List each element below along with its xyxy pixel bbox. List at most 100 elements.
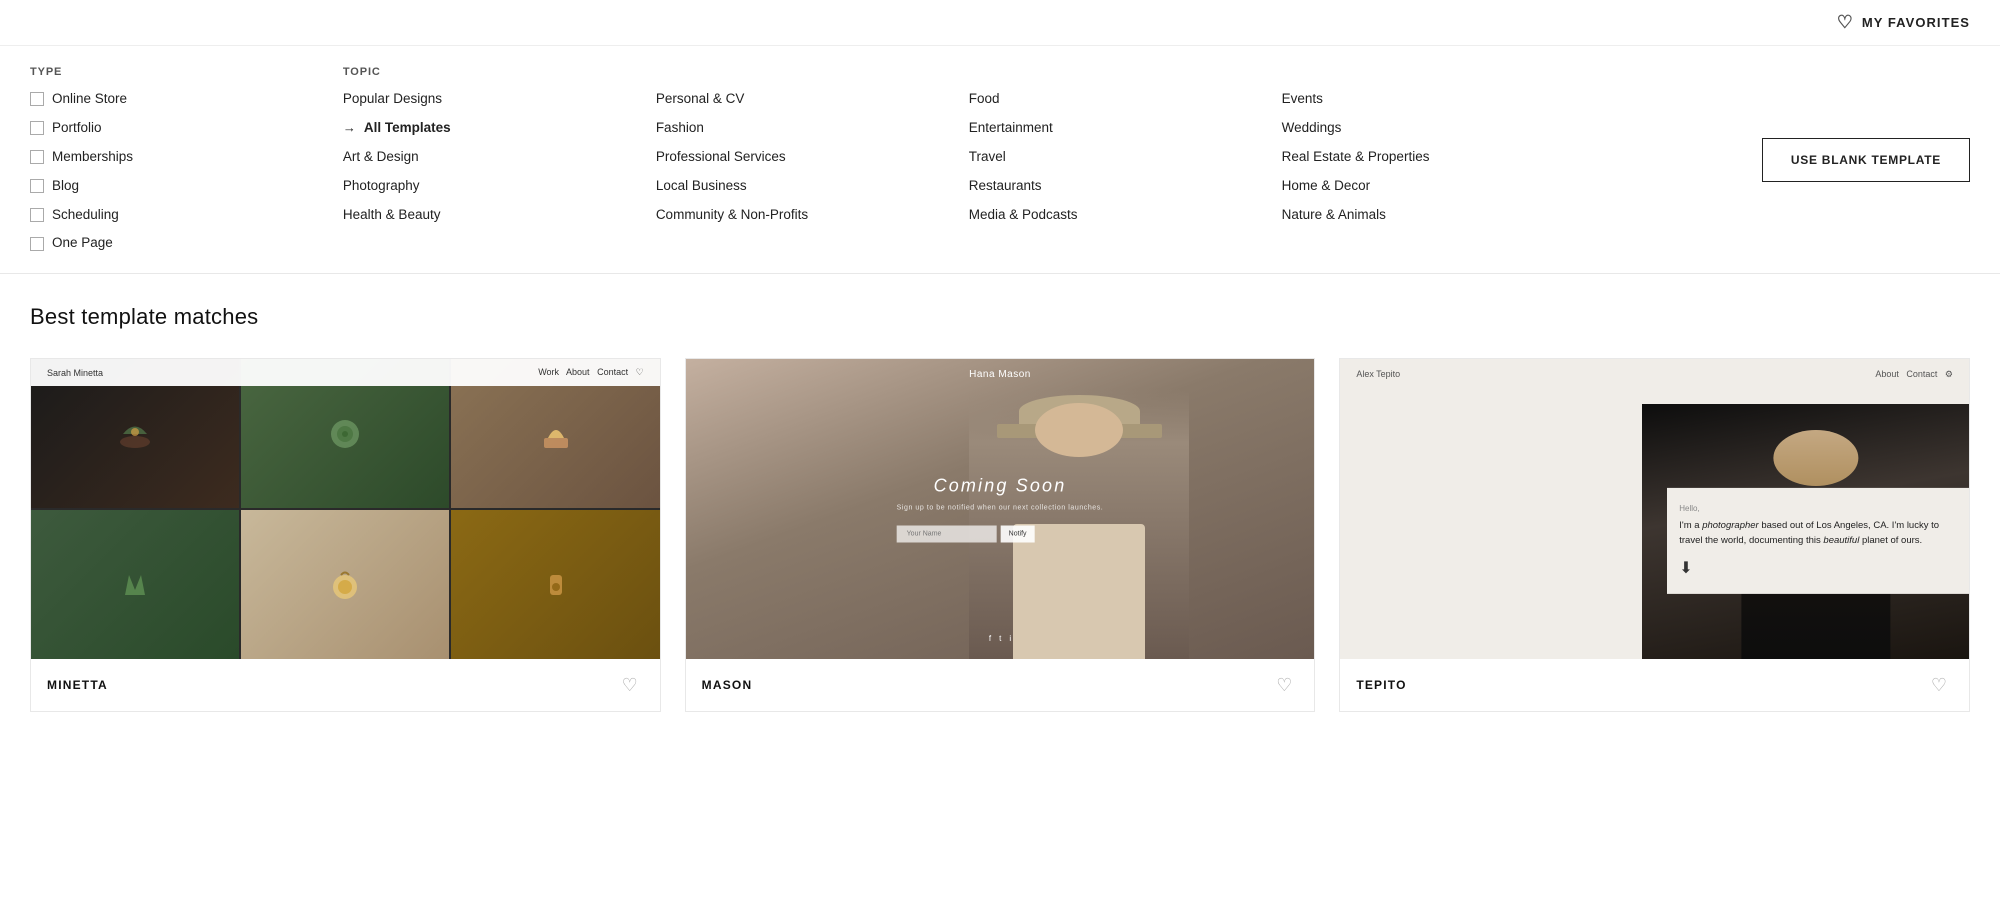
topic-label-events: Events xyxy=(1282,90,1323,109)
minetta-nav-name: Sarah Minetta xyxy=(47,368,103,378)
mason-sub-text: Sign up to be notified when our next col… xyxy=(897,505,1104,512)
topic-media-podcasts[interactable]: Media & Podcasts xyxy=(969,206,1282,225)
mason-content: Hana Mason Coming Soon Sign up to xyxy=(686,359,1315,659)
food-icon-4 xyxy=(115,565,155,605)
topic-label-travel: Travel xyxy=(969,148,1006,167)
template-name-minetta: MINETTA xyxy=(47,678,108,692)
mason-social-icons: f t i xyxy=(686,634,1315,643)
minetta-nav: Sarah Minetta Work About Contact ♡ xyxy=(31,359,660,386)
filter-section: TYPE Online Store Portfolio Memberships … xyxy=(0,46,2000,274)
topic-label-local-business: Local Business xyxy=(656,177,747,196)
food-icon-6 xyxy=(536,565,576,605)
topic-label-personal-cv: Personal & CV xyxy=(656,90,745,109)
checkbox-memberships[interactable] xyxy=(30,150,44,164)
template-name-mason: MASON xyxy=(702,678,753,692)
template-footer-mason: MASON ♡ xyxy=(686,659,1315,711)
arrow-icon: → xyxy=(343,119,356,137)
section-title: Best template matches xyxy=(30,304,1970,330)
tepito-down-arrow-icon: ⬇ xyxy=(1679,558,1949,578)
my-favorites-button[interactable]: ♡ MY FAVORITES xyxy=(1837,12,1970,33)
topic-entertainment[interactable]: Entertainment xyxy=(969,119,1282,138)
tepito-nav-name: Alex Tepito xyxy=(1356,369,1400,380)
topic-all-templates[interactable]: → All Templates xyxy=(343,119,656,138)
topic-professional-services[interactable]: Professional Services xyxy=(656,148,969,167)
topic-label-fashion: Fashion xyxy=(656,119,704,138)
minetta-nav-links: Work About Contact ♡ xyxy=(538,367,643,378)
tepito-headline-em2: beautiful xyxy=(1823,534,1859,545)
topic-personal-cv[interactable]: Personal & CV xyxy=(656,90,969,109)
topic-health-beauty[interactable]: Health & Beauty xyxy=(343,206,656,225)
checkbox-scheduling[interactable] xyxy=(30,208,44,222)
topic-community-nonprofits[interactable]: Community & Non-Profits xyxy=(656,206,969,225)
tepito-headline-em1: photographer xyxy=(1702,520,1759,531)
topic-header: TOPIC xyxy=(343,66,656,78)
mason-email-input[interactable] xyxy=(897,526,997,543)
topic-popular-designs[interactable]: Popular Designs xyxy=(343,90,656,109)
tepito-text-panel: Hello, I'm a photographer based out of L… xyxy=(1667,488,1969,594)
filter-label-memberships: Memberships xyxy=(52,148,133,167)
template-preview-minetta: Sarah Minetta Work About Contact ♡ xyxy=(31,359,660,659)
content-section: Best template matches Sarah Minetta Work… xyxy=(0,274,2000,732)
topic-label-health-beauty: Health & Beauty xyxy=(343,206,441,225)
topic-nature-animals[interactable]: Nature & Animals xyxy=(1282,206,1595,225)
topic-label-nature-animals: Nature & Animals xyxy=(1282,206,1386,225)
tepito-content: Alex Tepito About Contact ⚙ xyxy=(1340,359,1969,659)
filter-label-online-store: Online Store xyxy=(52,90,127,109)
topic-label-community-nonprofits: Community & Non-Profits xyxy=(656,206,808,225)
mason-nav: Hana Mason xyxy=(686,359,1315,390)
food-icon-2 xyxy=(325,414,365,454)
favorite-button-minetta[interactable]: ♡ xyxy=(616,671,644,699)
favorite-button-tepito[interactable]: ♡ xyxy=(1925,671,1953,699)
filter-memberships[interactable]: Memberships xyxy=(30,148,343,167)
tepito-headline-3: planet of ours. xyxy=(1859,534,1922,545)
topic-label-home-decor: Home & Decor xyxy=(1282,177,1371,196)
template-card-mason[interactable]: Hana Mason Coming Soon Sign up to xyxy=(685,358,1316,712)
topic-local-business[interactable]: Local Business xyxy=(656,177,969,196)
mason-facebook-icon: f xyxy=(989,634,991,643)
checkbox-one-page[interactable] xyxy=(30,237,44,251)
filter-online-store[interactable]: Online Store xyxy=(30,90,343,109)
checkbox-portfolio[interactable] xyxy=(30,121,44,135)
checkbox-blog[interactable] xyxy=(30,179,44,193)
filter-blog[interactable]: Blog xyxy=(30,177,343,196)
topic-art-design[interactable]: Art & Design xyxy=(343,148,656,167)
mason-notify-button[interactable]: Notify xyxy=(1001,526,1035,543)
minetta-cell-6 xyxy=(451,510,659,659)
template-card-tepito[interactable]: Alex Tepito About Contact ⚙ xyxy=(1339,358,1970,712)
topic-restaurants[interactable]: Restaurants xyxy=(969,177,1282,196)
my-favorites-label: MY FAVORITES xyxy=(1862,15,1970,30)
filter-one-page[interactable]: One Page xyxy=(30,234,343,253)
heart-icon-tepito: ♡ xyxy=(1931,675,1947,696)
food-icon-1 xyxy=(115,414,155,454)
topic-label-all-templates: All Templates xyxy=(364,119,451,138)
filter-portfolio[interactable]: Portfolio xyxy=(30,119,343,138)
food-icon-5 xyxy=(325,565,365,605)
templates-grid: Sarah Minetta Work About Contact ♡ xyxy=(30,358,1970,712)
template-footer-tepito: TEPITO ♡ xyxy=(1340,659,1969,711)
topic-label-popular-designs: Popular Designs xyxy=(343,90,442,109)
use-blank-template-button[interactable]: USE BLANK TEMPLATE xyxy=(1762,138,1970,182)
topic-real-estate[interactable]: Real Estate & Properties xyxy=(1282,148,1595,167)
topic-weddings[interactable]: Weddings xyxy=(1282,119,1595,138)
topic-travel[interactable]: Travel xyxy=(969,148,1282,167)
tepito-hello: Hello, xyxy=(1679,504,1949,513)
template-preview-mason: Hana Mason Coming Soon Sign up to xyxy=(686,359,1315,659)
food-icon-3 xyxy=(536,414,576,454)
topic-photography[interactable]: Photography xyxy=(343,177,656,196)
topic-label-photography: Photography xyxy=(343,177,420,196)
checkbox-online-store[interactable] xyxy=(30,92,44,106)
topic-label-media-podcasts: Media & Podcasts xyxy=(969,206,1078,225)
topic-home-decor[interactable]: Home & Decor xyxy=(1282,177,1595,196)
template-name-tepito: TEPITO xyxy=(1356,678,1406,692)
topic-fashion[interactable]: Fashion xyxy=(656,119,969,138)
topic-events[interactable]: Events xyxy=(1282,90,1595,109)
minetta-cell-5 xyxy=(241,510,449,659)
favorite-button-mason[interactable]: ♡ xyxy=(1270,671,1298,699)
topic-food[interactable]: Food xyxy=(969,90,1282,109)
topic-label-weddings: Weddings xyxy=(1282,119,1342,138)
type-header: TYPE xyxy=(30,66,343,78)
tepito-nav: Alex Tepito About Contact ⚙ xyxy=(1340,359,1969,390)
template-card-minetta[interactable]: Sarah Minetta Work About Contact ♡ xyxy=(30,358,661,712)
filter-scheduling[interactable]: Scheduling xyxy=(30,206,343,225)
template-preview-tepito: Alex Tepito About Contact ⚙ xyxy=(1340,359,1969,659)
